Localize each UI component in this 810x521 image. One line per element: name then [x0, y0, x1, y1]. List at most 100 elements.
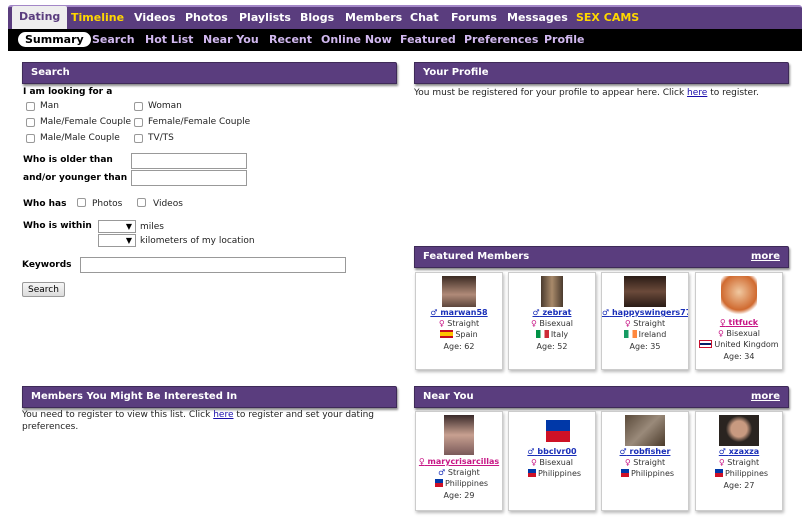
member-card[interactable]: ♀ marycrisarcillas ♂ Straight Philippine… — [415, 411, 503, 511]
tab-forums[interactable]: Forums — [451, 11, 497, 24]
member-name[interactable]: ♂ zebrat — [509, 308, 595, 317]
orientation-icon: ♂ — [438, 468, 446, 477]
tab-videos[interactable]: Videos — [134, 11, 176, 24]
member-name[interactable]: ♂ robfisher — [602, 447, 688, 456]
orientation-icon: ♀ — [718, 329, 724, 338]
member-name[interactable]: ♂ bbclvr00 — [509, 447, 595, 456]
miles-select[interactable]: ▼ — [98, 220, 136, 233]
member-photo[interactable] — [625, 415, 665, 446]
tab-messages[interactable]: Messages — [507, 11, 568, 24]
subtab-online-now[interactable]: Online Now — [321, 33, 392, 46]
who-has-label: Who has — [23, 199, 67, 209]
tvts-checkbox[interactable] — [134, 134, 143, 143]
near-you-title: Near You — [423, 391, 474, 402]
mf-couple-checkbox[interactable] — [26, 118, 35, 127]
member-age: Age: 62 — [443, 342, 475, 351]
tab-members[interactable]: Members — [345, 11, 402, 24]
older-than-label: Who is older than — [23, 155, 113, 165]
videos-checkbox[interactable] — [137, 198, 146, 207]
tab-chat[interactable]: Chat — [410, 11, 439, 24]
member-photo[interactable] — [721, 276, 757, 316]
orientation-text: Straight — [447, 319, 480, 328]
near-you-more-link[interactable]: more — [751, 391, 780, 402]
tab-photos[interactable]: Photos — [185, 11, 228, 24]
subtab-featured[interactable]: Featured — [400, 33, 456, 46]
male-icon: ♂ — [527, 447, 535, 456]
orientation-icon: ♀ — [624, 319, 631, 328]
top-nav: Dating Timeline Videos Photos Playlists … — [8, 5, 802, 30]
videos-label: Videos — [153, 199, 183, 209]
country-text: Spain — [455, 330, 478, 339]
member-name[interactable]: ♂ marwan58 — [416, 308, 502, 317]
orientation-icon: ♀ — [531, 319, 537, 328]
subtab-summary[interactable]: Summary — [18, 32, 91, 47]
profile-text: You must be registered for your profile … — [414, 88, 688, 98]
mm-couple-checkbox[interactable] — [26, 134, 35, 143]
man-checkbox[interactable] — [26, 102, 35, 111]
looking-for-label: I am looking for a — [23, 87, 113, 97]
member-card[interactable]: ♂ xzaxza ♀ Straight Philippines Age: 27 — [695, 411, 783, 511]
member-photo[interactable] — [624, 276, 666, 307]
member-card[interactable]: ♂ happyswingers7784 ♀ Straight Ireland A… — [601, 272, 689, 370]
member-card[interactable]: ♂ bbclvr00 ♀ Bisexual Philippines — [508, 411, 596, 511]
orientation-text: Straight — [633, 319, 666, 328]
member-name[interactable]: ♀ titfuck — [696, 318, 782, 327]
male-icon: ♂ — [619, 447, 627, 456]
orientation-text: Bisexual — [539, 319, 573, 328]
subtab-preferences[interactable]: Preferences — [464, 33, 538, 46]
member-orientation: ♀ Bisexual — [696, 329, 782, 338]
interested-text: You need to register to view this list. … — [22, 410, 214, 420]
tab-sex-cams[interactable]: SEX CAMS — [576, 11, 639, 24]
member-card[interactable]: ♂ marwan58 ♀ Straight Spain Age: 62 — [415, 272, 503, 370]
member-card[interactable]: ♀ titfuck ♀ Bisexual United Kingdom Age:… — [695, 272, 783, 370]
photos-checkbox[interactable] — [77, 198, 86, 207]
search-header: Search — [22, 62, 397, 84]
woman-checkbox[interactable] — [134, 102, 143, 111]
member-card[interactable]: ♂ zebrat ♀ Bisexual Italy Age: 52 — [508, 272, 596, 370]
member-name-text[interactable]: marwan58 — [440, 308, 487, 317]
tab-blogs[interactable]: Blogs — [300, 11, 334, 24]
uk-flag-icon — [699, 340, 713, 348]
subtab-search[interactable]: Search — [92, 33, 135, 46]
member-name-text[interactable]: titfuck — [729, 318, 759, 327]
member-orientation: ♂ Straight — [416, 468, 502, 477]
tab-playlists[interactable]: Playlists — [239, 11, 291, 24]
tvts-label: TV/TS — [148, 133, 174, 143]
profile-message: You must be registered for your profile … — [414, 88, 759, 98]
member-name-text[interactable]: happyswingers7784 — [612, 308, 688, 317]
member-photo[interactable] — [541, 276, 563, 307]
subtab-recent[interactable]: Recent — [269, 33, 312, 46]
orientation-icon: ♀ — [531, 458, 537, 467]
member-card[interactable]: ♂ robfisher ♀ Straight Philippines — [601, 411, 689, 511]
orientation-icon: ♀ — [438, 319, 445, 328]
spain-flag-icon — [440, 330, 454, 338]
member-name-text[interactable]: marycrisarcillas — [428, 457, 500, 466]
member-photo[interactable] — [534, 420, 570, 442]
member-name-text[interactable]: robfisher — [630, 447, 671, 456]
member-name[interactable]: ♂ xzaxza — [696, 447, 782, 456]
member-photo[interactable] — [442, 276, 476, 307]
subtab-profile[interactable]: Profile — [544, 33, 584, 46]
tab-dating[interactable]: Dating — [12, 6, 68, 30]
km-select[interactable]: ▼ — [98, 234, 136, 247]
member-orientation: ♀ Bisexual — [509, 458, 595, 467]
member-name-text[interactable]: bbclvr00 — [537, 447, 576, 456]
member-name[interactable]: ♂ happyswingers7784 — [602, 308, 688, 317]
register-link[interactable]: here — [687, 88, 707, 98]
subtab-near-you[interactable]: Near You — [203, 33, 259, 46]
featured-more-link[interactable]: more — [751, 251, 780, 262]
keywords-input[interactable] — [80, 257, 346, 273]
member-name-text[interactable]: xzaxza — [729, 447, 759, 456]
subtab-hot-list[interactable]: Hot List — [145, 33, 193, 46]
older-than-input[interactable] — [131, 153, 247, 169]
younger-than-input[interactable] — [131, 170, 247, 186]
member-name-text[interactable]: zebrat — [542, 308, 571, 317]
interested-message: You need to register to view this list. … — [22, 410, 374, 420]
member-photo[interactable] — [719, 415, 759, 446]
member-photo[interactable] — [444, 415, 474, 455]
member-name[interactable]: ♀ marycrisarcillas — [416, 457, 502, 466]
tab-timeline[interactable]: Timeline — [71, 11, 124, 24]
register-link[interactable]: here — [213, 410, 233, 420]
search-button[interactable]: Search — [22, 282, 65, 297]
ff-couple-checkbox[interactable] — [134, 118, 143, 127]
